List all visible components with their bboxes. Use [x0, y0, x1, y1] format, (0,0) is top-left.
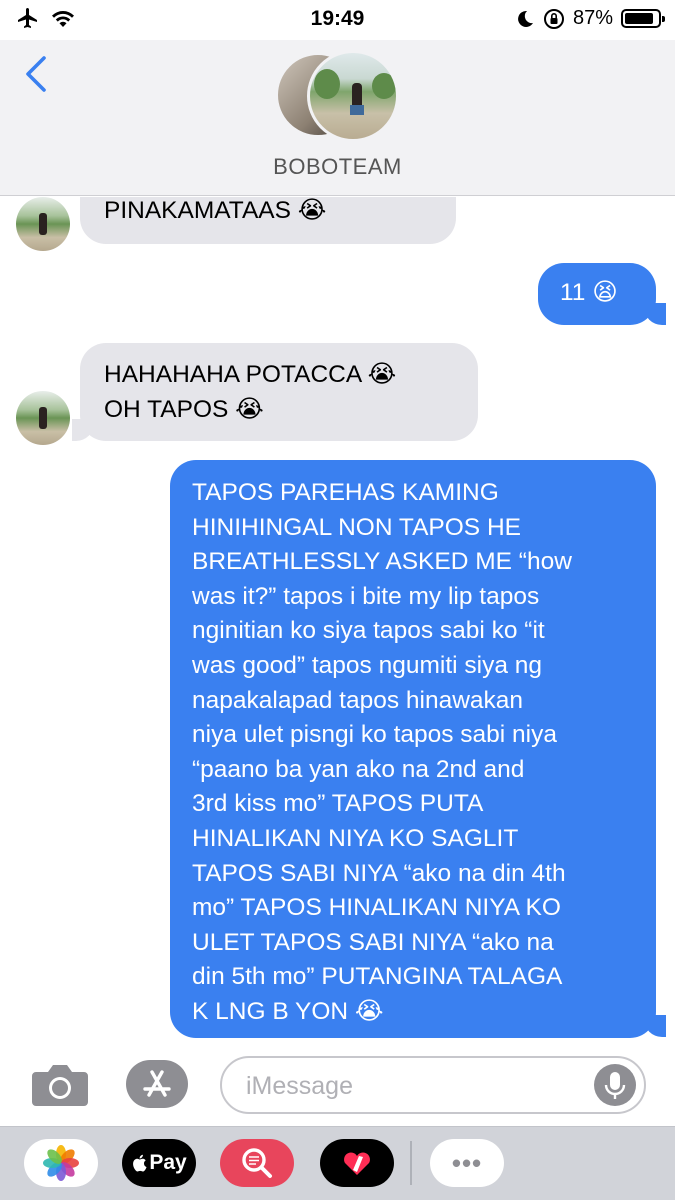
- back-chevron-icon[interactable]: [22, 54, 52, 94]
- app-drawer: Pay •••: [0, 1126, 675, 1200]
- person-shape: [39, 407, 47, 429]
- message-bubble-outgoing[interactable]: TAPOS PAREHAS KAMING HINIHINGAL NON TAPO…: [170, 460, 656, 1038]
- message-input[interactable]: iMessage: [220, 1056, 646, 1114]
- message-bubble-outgoing[interactable]: 11 😫: [538, 263, 656, 325]
- message-bubble-incoming[interactable]: HAHAHAHA POTACCA 😭 OH TAPOS 😭: [80, 343, 478, 441]
- tree-shape: [314, 69, 340, 99]
- battery-icon: [621, 9, 665, 28]
- message-text: 11 😫: [560, 279, 618, 306]
- contact-avatar[interactable]: [16, 391, 70, 445]
- message-line: din 5th mo” PUTANGINA TALAGA: [192, 963, 563, 991]
- message-line: was good” tapos ngumiti siya ng: [192, 651, 542, 679]
- microphone-icon: [604, 1072, 626, 1099]
- message-line: napakalapad tapos hinawakan: [192, 686, 524, 714]
- tree-shape: [372, 73, 396, 99]
- group-avatars[interactable]: [275, 50, 405, 142]
- digital-touch-button[interactable]: [320, 1139, 394, 1187]
- message-line: 3rd kiss mo” TAPOS PUTA: [192, 790, 484, 818]
- image-search-icon: [242, 1148, 272, 1178]
- avatar: [307, 50, 399, 142]
- more-apps-button[interactable]: •••: [430, 1139, 504, 1187]
- bubble-tail: [644, 1015, 666, 1037]
- compose-bar: iMessage: [0, 1042, 675, 1126]
- bubble-tail: [72, 419, 94, 441]
- message-bubble-incoming[interactable]: PINAKAMATAAS 😭: [80, 197, 456, 244]
- app-store-icon: [143, 1070, 171, 1097]
- camera-icon[interactable]: [30, 1062, 90, 1108]
- orientation-lock-icon: [543, 8, 564, 29]
- more-icon: •••: [451, 1147, 483, 1178]
- message-input-placeholder: iMessage: [246, 1072, 353, 1100]
- image-search-button[interactable]: [220, 1139, 294, 1187]
- message-line: TAPOS PAREHAS KAMING: [192, 479, 499, 506]
- person-shape: [39, 213, 47, 235]
- app-store-button[interactable]: [126, 1060, 188, 1108]
- moon-icon: [518, 10, 533, 27]
- battery-level: [625, 13, 653, 24]
- microphone-button[interactable]: [594, 1064, 636, 1106]
- message-line: OH TAPOS 😭: [104, 396, 264, 423]
- bubble-tail: [644, 303, 666, 325]
- message-thread[interactable]: PINAKAMATAAS 😭 11 😫 HAHAHAHA POTACCA 😭 O…: [0, 197, 675, 1042]
- status-right: 87%: [515, 7, 665, 30]
- drawer-divider: [410, 1141, 412, 1185]
- apple-pay-label: Pay: [149, 1151, 187, 1174]
- message-line: HINIHINGAL NON TAPOS HE: [192, 513, 521, 541]
- message-line: mo” TAPOS HINALIKAN NIYA KO: [192, 894, 561, 922]
- apple-pay-button[interactable]: Pay: [122, 1139, 196, 1187]
- message-line: HINALIKAN NIYA KO SAGLIT: [192, 824, 519, 852]
- digital-touch-icon: [344, 1152, 370, 1175]
- apple-pay-icon: [133, 1154, 147, 1172]
- message-line: nginitian ko siya tapos sabi ko “it: [192, 617, 545, 645]
- group-name[interactable]: BOBOTEAM: [0, 154, 675, 180]
- message-line: HAHAHAHA POTACCA 😭: [104, 361, 397, 388]
- message-line: “paano ba yan ako na 2nd and: [192, 755, 525, 783]
- battery-percent: 87%: [572, 7, 613, 29]
- message-text: PINAKAMATAAS 😭: [104, 197, 327, 224]
- message-line: was it?” tapos i bite my lip tapos: [192, 582, 540, 610]
- photos-app-button[interactable]: [24, 1139, 98, 1187]
- message-line: ULET TAPOS SABI NIYA “ako na: [192, 928, 554, 956]
- person-shorts: [350, 105, 364, 115]
- message-line: niya ulet pisngi ko tapos sabi niya: [192, 721, 557, 749]
- status-bar: 19:49 87%: [0, 0, 675, 40]
- message-line: TAPOS SABI NIYA “ako na din 4th: [192, 859, 566, 887]
- message-line: K LNG B YON 😭: [192, 997, 384, 1025]
- photos-icon: [43, 1145, 79, 1181]
- message-line: BREATHLESSLY ASKED ME “how: [192, 548, 572, 576]
- contact-avatar[interactable]: [16, 197, 70, 251]
- conversation-header: BOBOTEAM: [0, 40, 675, 196]
